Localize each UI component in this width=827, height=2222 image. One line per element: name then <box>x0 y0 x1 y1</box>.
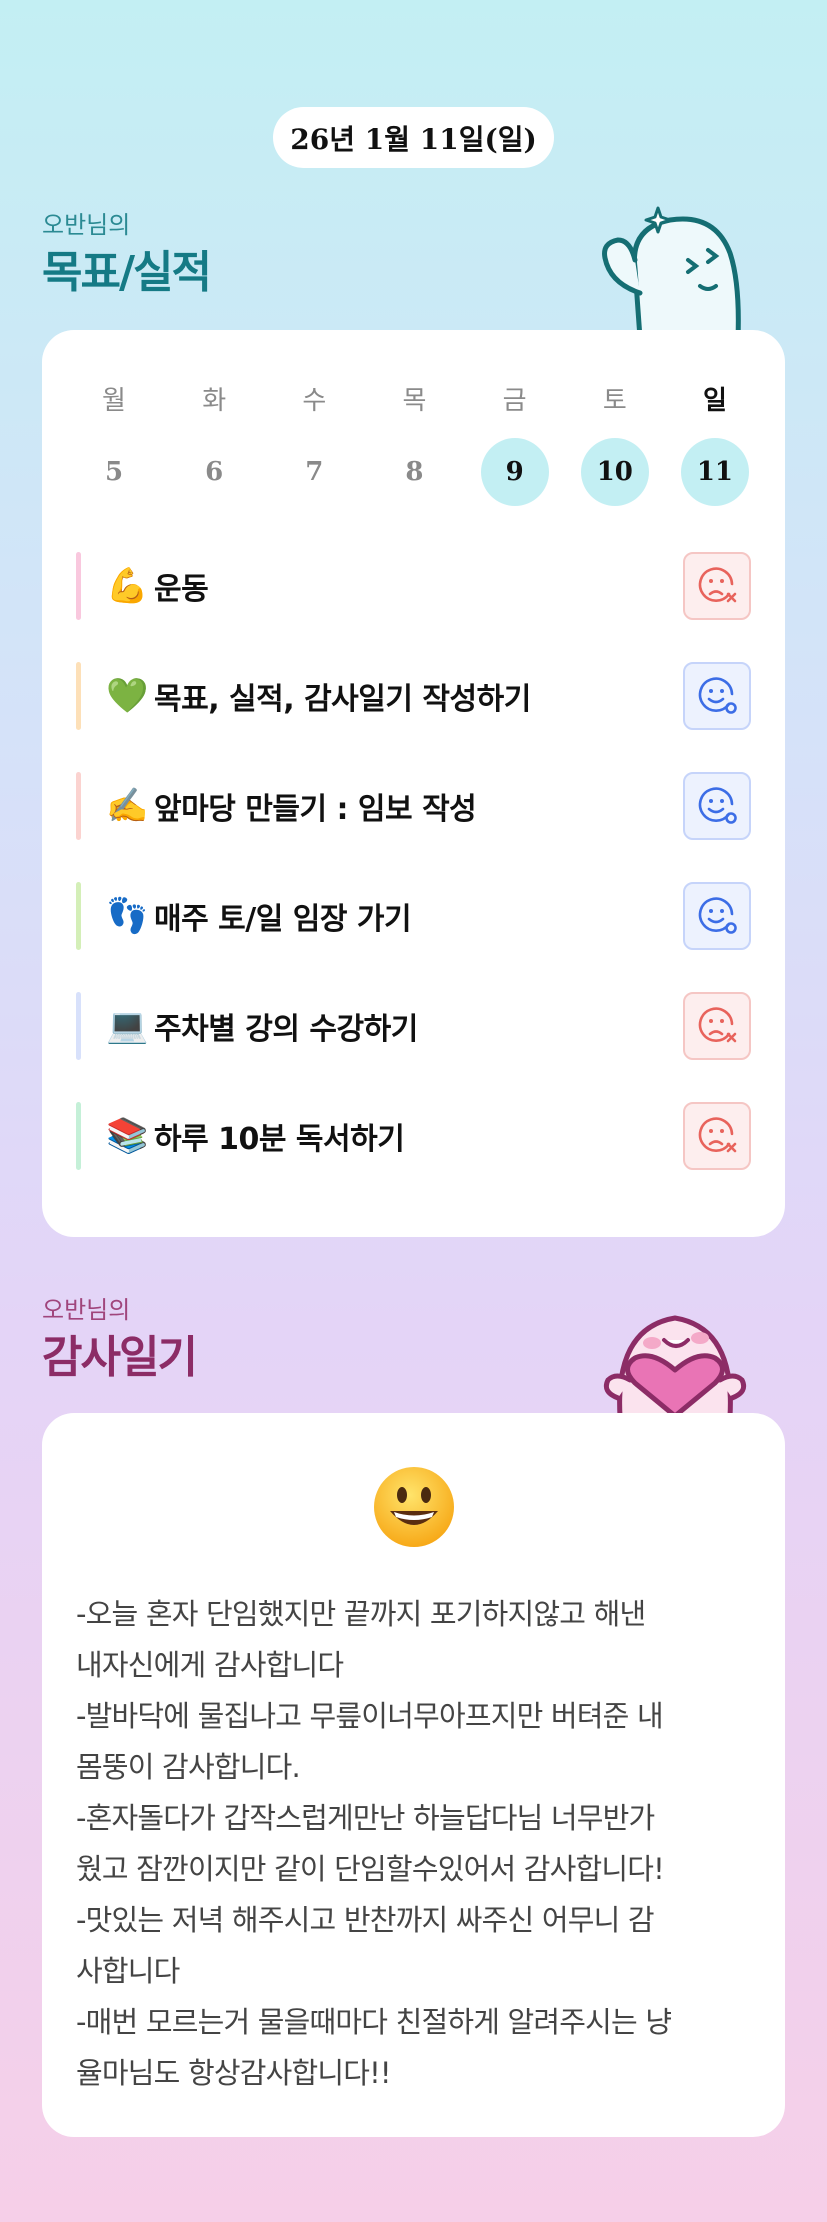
goal-status-button[interactable] <box>683 772 751 840</box>
diary-line: 몸뚱이 감사합니다. <box>76 1750 301 1784</box>
weekday-sat: 토 <box>602 385 627 416</box>
goals-section-title: 목표/실적 <box>42 247 212 298</box>
goal-label: 주차별 강의 수강하기 <box>154 1012 418 1047</box>
goal-item-lecture[interactable]: 💻 주차별 강의 수강하기 <box>76 992 751 1060</box>
date-cell[interactable]: 8 <box>380 438 448 506</box>
smile-face-check-icon <box>698 787 737 824</box>
goal-item-report[interactable]: ✍️ 앞마당 만들기 : 임보 작성 <box>76 772 751 840</box>
weekday-mon: 월 <box>102 385 126 416</box>
goal-color-bar <box>76 772 81 840</box>
diary-line: -오늘 혼자 단임했지만 끝까지 포기하지않고 해낸 <box>76 1597 646 1631</box>
goal-color-bar <box>76 882 81 950</box>
mascot-heart-icon <box>603 1315 747 1416</box>
weekday-thu: 목 <box>402 385 427 416</box>
books-icon: 📚 <box>106 1116 149 1156</box>
diary-section-title: 감사일기 <box>42 1332 198 1383</box>
weekday-fri: 금 <box>502 385 527 416</box>
smile-face-check-icon <box>698 677 737 714</box>
footprints-icon: 👣 <box>106 896 149 936</box>
goal-label: 앞마당 만들기 : 임보 작성 <box>154 792 477 827</box>
writing-hand-icon: ✍️ <box>106 786 149 826</box>
goal-label: 운동 <box>154 572 209 607</box>
diary-card: -오늘 혼자 단임했지만 끝까지 포기하지않고 해낸 내자신에게 감사합니다 -… <box>42 1413 785 2137</box>
goal-label: 하루 10분 독서하기 <box>154 1122 405 1157</box>
green-heart-icon: 💚 <box>106 676 149 716</box>
goal-status-button[interactable] <box>683 992 751 1060</box>
mascot-waving-icon <box>602 206 741 338</box>
diary-line: 율마님도 항상감사합니다!! <box>76 2056 392 2090</box>
weekday-wed: 수 <box>302 385 327 416</box>
goal-item-reading[interactable]: 📚 하루 10분 독서하기 <box>76 1102 751 1170</box>
date-cell-completed[interactable]: 9 <box>480 438 549 506</box>
goal-color-bar <box>76 552 81 620</box>
diary-line: -발바닥에 물집나고 무릎이너무아프지만 버텨준 내 <box>76 1699 664 1733</box>
diary-line: -혼자돌다가 갑작스럽게만난 하늘답다님 너무반가 <box>76 1801 655 1835</box>
goals-card: 월 화 수 목 금 토 일 5 6 7 8 9 10 11 💪 운동 💚 목표,… <box>42 330 785 1237</box>
date-badge: 26년 1월 11일(일) <box>273 107 554 168</box>
goal-color-bar <box>76 992 81 1060</box>
weekday-sun: 일 <box>702 385 727 416</box>
grinning-face-icon <box>374 1467 454 1547</box>
diary-owner-label: 오반님의 <box>42 1296 131 1324</box>
goal-status-button[interactable] <box>683 1102 751 1170</box>
goal-item-exercise[interactable]: 💪 운동 <box>76 552 751 620</box>
date-cell[interactable]: 7 <box>280 438 348 506</box>
goal-label: 매주 토/일 임장 가기 <box>154 902 412 937</box>
diary-line: 사합니다 <box>76 1954 180 1988</box>
goal-status-button[interactable] <box>683 662 751 730</box>
date-cell[interactable]: 5 <box>80 438 148 506</box>
weekday-header: 월 화 수 목 금 토 일 <box>80 378 749 418</box>
goal-item-journal[interactable]: 💚 목표, 실적, 감사일기 작성하기 <box>76 662 751 730</box>
date-cell[interactable]: 6 <box>180 438 248 506</box>
goal-color-bar <box>76 662 81 730</box>
goal-item-site-visit[interactable]: 👣 매주 토/일 임장 가기 <box>76 882 751 950</box>
sad-face-x-icon <box>698 1007 737 1043</box>
goal-color-bar <box>76 1102 81 1170</box>
date-cell-completed[interactable]: 10 <box>580 438 649 506</box>
diary-line: -매번 모르는거 물을때마다 친절하게 알려주시는 냥 <box>76 2005 672 2039</box>
diary-line: -맛있는 저녁 해주시고 반찬까지 싸주신 어무니 감 <box>76 1903 655 1937</box>
diary-line: 내자신에게 감사합니다 <box>76 1648 344 1682</box>
flexed-biceps-icon: 💪 <box>106 566 149 606</box>
diary-entry-text: -오늘 혼자 단임했지만 끝까지 포기하지않고 해낸 내자신에게 감사합니다 -… <box>76 1589 749 2099</box>
diary-line: 웠고 잠깐이지만 같이 단임할수있어서 감사합니다! <box>76 1852 665 1886</box>
smile-face-check-icon <box>698 897 737 934</box>
goal-status-button[interactable] <box>683 552 751 620</box>
goal-status-button[interactable] <box>683 882 751 950</box>
sad-face-x-icon <box>698 567 737 603</box>
date-row: 5 6 7 8 9 10 11 <box>80 438 749 506</box>
laptop-icon: 💻 <box>106 1006 149 1046</box>
goals-owner-label: 오반님의 <box>42 211 131 239</box>
sad-face-x-icon <box>698 1117 737 1153</box>
goal-list: 💪 운동 💚 목표, 실적, 감사일기 작성하기 ✍️ 앞마당 만들기: 임보… <box>76 552 751 1212</box>
date-cell-today[interactable]: 11 <box>680 438 749 506</box>
weekday-tue: 화 <box>202 385 227 416</box>
goal-label: 목표, 실적, 감사일기 작성하기 <box>154 682 531 717</box>
